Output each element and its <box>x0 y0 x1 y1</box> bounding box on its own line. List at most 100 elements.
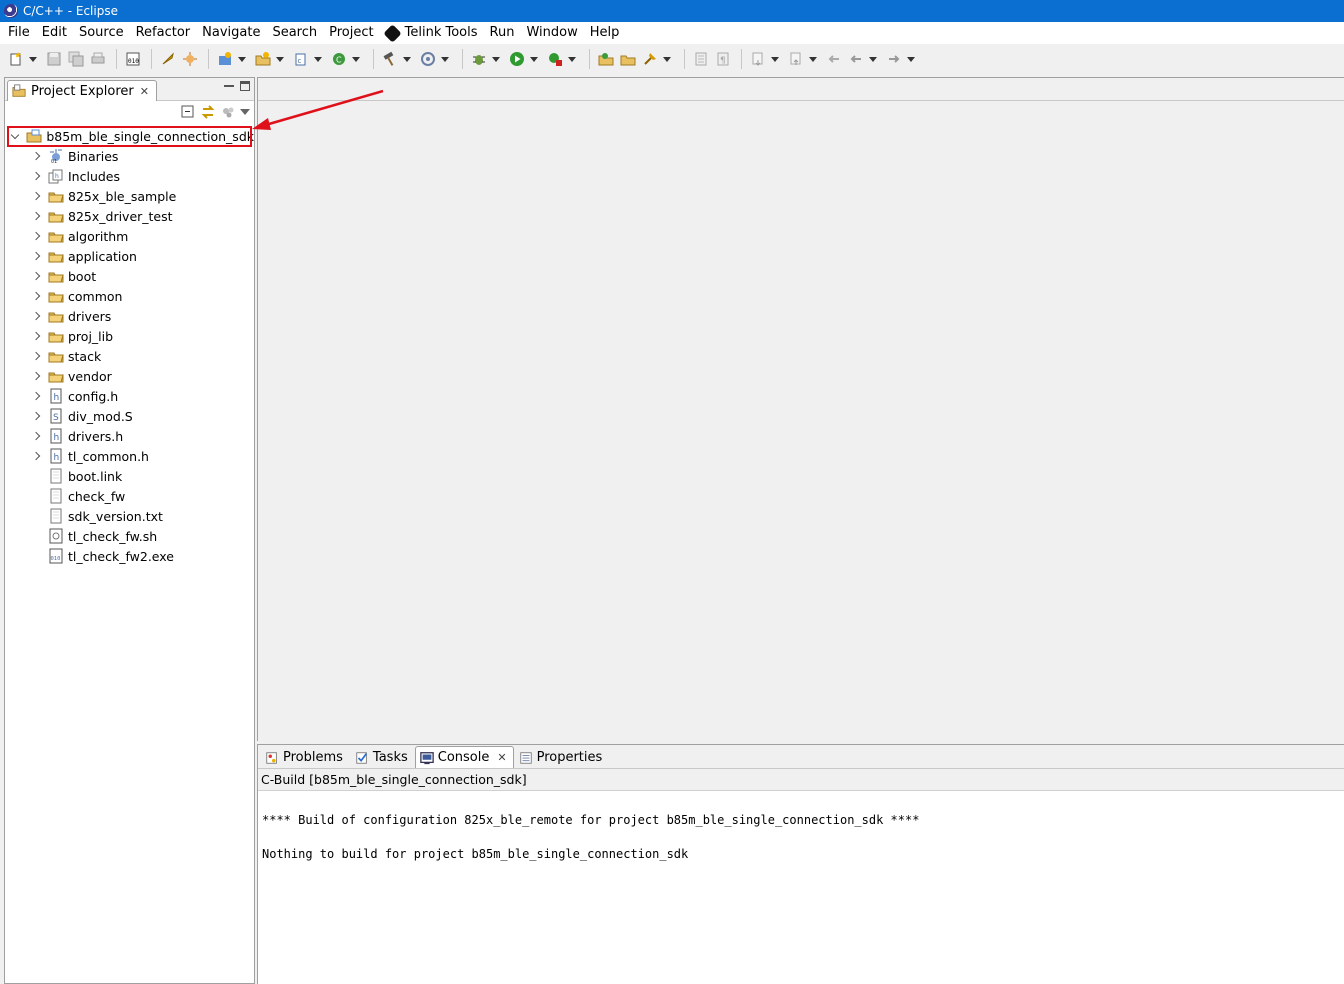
expand-toggle-icon[interactable] <box>30 330 42 342</box>
menu-window[interactable]: Window <box>520 23 583 43</box>
expand-toggle-icon[interactable] <box>10 130 20 142</box>
target-dropdown[interactable] <box>440 49 450 69</box>
tree-item[interactable]: check_fw <box>5 486 254 506</box>
print-icon[interactable] <box>88 49 108 69</box>
tab-console[interactable]: Console ✕ <box>414 746 514 768</box>
run-dropdown[interactable] <box>529 49 539 69</box>
new-dropdown[interactable] <box>28 49 38 69</box>
external-tools-dropdown[interactable] <box>567 49 577 69</box>
tree-item[interactable]: sdk_version.txt <box>5 506 254 526</box>
show-whitespace-icon[interactable]: ¶ <box>713 49 733 69</box>
toggle-mark-icon[interactable] <box>691 49 711 69</box>
search-dropdown[interactable] <box>662 49 672 69</box>
tree-root-project[interactable]: b85m_ble_single_connection_sdk <box>5 126 254 146</box>
build-dropdown[interactable] <box>402 49 412 69</box>
tree-item[interactable]: 825x_ble_sample <box>5 186 254 206</box>
tree-item[interactable]: drivers <box>5 306 254 326</box>
expand-toggle-icon[interactable] <box>30 350 42 362</box>
tree-item[interactable]: application <box>5 246 254 266</box>
new-cpp-project-icon[interactable] <box>215 49 235 69</box>
new-file-dropdown[interactable] <box>313 49 323 69</box>
maximize-icon[interactable] <box>240 81 250 91</box>
debug-dropdown[interactable] <box>491 49 501 69</box>
next-annotation-dropdown[interactable] <box>770 49 780 69</box>
expand-toggle-icon[interactable] <box>30 190 42 202</box>
tree-item[interactable]: proj_lib <box>5 326 254 346</box>
expand-toggle-icon[interactable] <box>30 370 42 382</box>
forward-dropdown[interactable] <box>906 49 916 69</box>
menu-navigate[interactable]: Navigate <box>196 23 266 43</box>
target-icon[interactable] <box>418 49 438 69</box>
expand-toggle-icon[interactable] <box>30 290 42 302</box>
tab-project-explorer[interactable]: Project Explorer ✕ <box>7 80 157 101</box>
previous-annotation-dropdown[interactable] <box>808 49 818 69</box>
tree-item[interactable]: h tl_common.h <box>5 446 254 466</box>
binary-icon[interactable]: 010 <box>123 49 143 69</box>
expand-toggle-icon[interactable] <box>30 450 42 462</box>
tree-item[interactable]: h Includes <box>5 166 254 186</box>
open-type-icon[interactable] <box>596 49 616 69</box>
new-folder-icon[interactable] <box>253 49 273 69</box>
search-tool-icon[interactable] <box>640 49 660 69</box>
expand-toggle-icon[interactable] <box>30 150 42 162</box>
external-tools-icon[interactable] <box>545 49 565 69</box>
tree-item[interactable]: boot.link <box>5 466 254 486</box>
back-dropdown[interactable] <box>868 49 878 69</box>
run-icon[interactable] <box>507 49 527 69</box>
tree-item[interactable]: h config.h <box>5 386 254 406</box>
expand-toggle-icon[interactable] <box>30 210 42 222</box>
view-menu-icon[interactable] <box>240 107 250 117</box>
close-icon[interactable]: ✕ <box>497 751 506 764</box>
previous-annotation-icon[interactable] <box>786 49 806 69</box>
close-icon[interactable]: ✕ <box>140 85 149 98</box>
menu-source[interactable]: Source <box>73 23 130 43</box>
expand-toggle-icon[interactable] <box>30 310 42 322</box>
collapse-all-icon[interactable] <box>180 104 196 120</box>
tree-item[interactable]: Sdiv_mod.S <box>5 406 254 426</box>
new-class-dropdown[interactable] <box>351 49 361 69</box>
expand-toggle-icon[interactable] <box>30 270 42 282</box>
expand-toggle-icon[interactable] <box>30 250 42 262</box>
new-class-icon[interactable]: C <box>329 49 349 69</box>
hammer-build-icon[interactable] <box>380 49 400 69</box>
tree-item[interactable]: common <box>5 286 254 306</box>
tree-item[interactable]: 825x_driver_test <box>5 206 254 226</box>
tree-item[interactable]: 01 Binaries <box>5 146 254 166</box>
clean-icon[interactable] <box>180 49 200 69</box>
minimize-icon[interactable] <box>224 81 234 91</box>
build-icon[interactable] <box>158 49 178 69</box>
debug-icon[interactable] <box>469 49 489 69</box>
new-folder-dropdown[interactable] <box>275 49 285 69</box>
forward-icon[interactable] <box>884 49 904 69</box>
tree-item[interactable]: tl_check_fw.sh <box>5 526 254 546</box>
expand-toggle-icon[interactable] <box>30 390 42 402</box>
tree-item[interactable]: boot <box>5 266 254 286</box>
tree-item[interactable]: algorithm <box>5 226 254 246</box>
save-icon[interactable] <box>44 49 64 69</box>
last-edit-icon[interactable] <box>824 49 844 69</box>
save-all-icon[interactable] <box>66 49 86 69</box>
new-project-dropdown[interactable] <box>237 49 247 69</box>
menu-edit[interactable]: Edit <box>36 23 73 43</box>
tree-item[interactable]: vendor <box>5 366 254 386</box>
tab-problems[interactable]: Problems <box>260 746 350 768</box>
expand-toggle-icon[interactable] <box>30 170 42 182</box>
expand-toggle-icon[interactable] <box>30 230 42 242</box>
tab-properties[interactable]: Properties <box>514 746 610 768</box>
menu-file[interactable]: File <box>2 23 36 43</box>
link-with-editor-icon[interactable] <box>200 104 216 120</box>
next-annotation-icon[interactable] <box>748 49 768 69</box>
back-icon[interactable] <box>846 49 866 69</box>
expand-toggle-icon[interactable] <box>30 410 42 422</box>
new-icon[interactable] <box>6 49 26 69</box>
expand-toggle-icon[interactable] <box>30 430 42 442</box>
menu-telink-tools[interactable]: Telink Tools <box>380 23 484 43</box>
filter-icon[interactable] <box>220 104 236 120</box>
menu-run[interactable]: Run <box>484 23 521 43</box>
open-folder-icon[interactable] <box>618 49 638 69</box>
menu-project[interactable]: Project <box>323 23 379 43</box>
tree-item[interactable]: h drivers.h <box>5 426 254 446</box>
menu-search[interactable]: Search <box>266 23 323 43</box>
new-source-file-icon[interactable]: c <box>291 49 311 69</box>
tree-item[interactable]: stack <box>5 346 254 366</box>
